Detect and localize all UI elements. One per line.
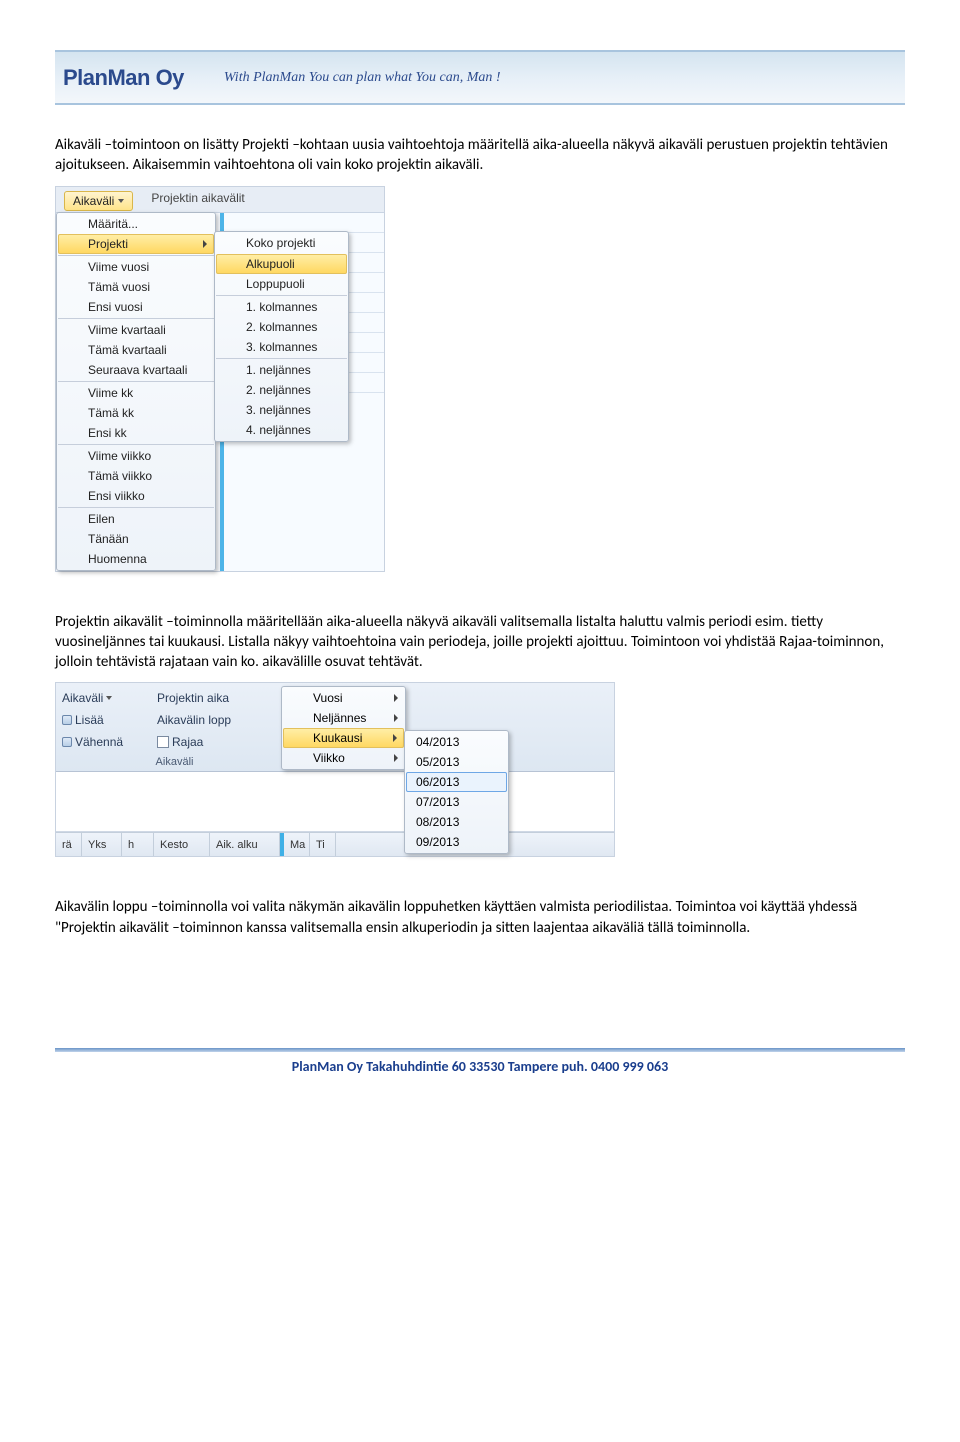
logo-text: PlanMan Oy (63, 65, 184, 91)
zoom-in-icon (62, 715, 72, 725)
month-list-menu[interactable]: 04/201305/201306/201307/201308/201309/20… (404, 730, 509, 854)
aikavali-dropdown[interactable]: Määritä...ProjektiViime vuosiTämä vuosiE… (56, 212, 216, 571)
menu-item[interactable]: 2. kolmannes (216, 317, 347, 337)
logo: PlanMan Oy (63, 65, 184, 91)
chevron-right-icon (394, 714, 398, 722)
aikavali-button-label: Aikaväli (73, 194, 114, 208)
chevron-right-icon (203, 240, 207, 248)
column-header[interactable]: rä (56, 833, 82, 856)
screenshot-kuukausi-menu: Aikaväli Projektin aika Lisää Aikavälin … (55, 682, 615, 857)
menu-item[interactable]: Neljännes (283, 708, 404, 728)
brand-header: PlanMan Oy With PlanMan You can plan wha… (55, 50, 905, 105)
column-header[interactable]: Ma (284, 833, 310, 856)
column-header[interactable]: h (122, 833, 154, 856)
menu-item[interactable]: Määritä... (58, 214, 214, 234)
menu-item[interactable]: Viime kk (58, 381, 214, 403)
menu-item[interactable]: 2. neljännes (216, 380, 347, 400)
month-item[interactable]: 07/2013 (406, 792, 507, 812)
screenshot-aikavali-menu: Aikaväli Projektin aikavälit Määritä...P… (55, 186, 385, 572)
column-headers: räYkshKestoAik. alkuMaTi (56, 832, 614, 856)
menu-item[interactable]: Ensi kk (58, 423, 214, 443)
menu-item[interactable]: Viime kvartaali (58, 318, 214, 340)
vahenna-btn[interactable]: Vähennä (62, 735, 157, 749)
menu-item[interactable]: 3. kolmannes (216, 337, 347, 357)
menu-item[interactable]: Alkupuoli (216, 254, 347, 274)
menu-item[interactable]: 4. neljännes (216, 420, 347, 440)
chevron-right-icon (393, 734, 397, 742)
period-type-menu[interactable]: VuosiNeljännesKuukausiViikko (281, 686, 406, 770)
paragraph-2: Projektin aikavälit –toiminnolla määrite… (55, 612, 905, 673)
column-header[interactable]: Yks (82, 833, 122, 856)
month-item[interactable]: 05/2013 (406, 752, 507, 772)
projektin-aikavalit-label: Projektin aikavälit (151, 191, 244, 205)
menu-item[interactable]: 3. neljännes (216, 400, 347, 420)
menu-item[interactable]: Kuukausi (283, 728, 404, 748)
menu-item[interactable]: Viime viikko (58, 444, 214, 466)
menu-item[interactable]: Tänään (58, 529, 214, 549)
column-header[interactable]: Aik. alku (210, 833, 280, 856)
menu-item[interactable]: Tämä vuosi (58, 277, 214, 297)
paragraph-1: Aikaväli –toimintoon on lisätty Projekti… (55, 135, 905, 176)
month-item[interactable]: 06/2013 (406, 772, 507, 792)
column-header[interactable]: Kesto (154, 833, 210, 856)
aikavalin-loppu-btn[interactable]: Aikavälin lopp (157, 713, 287, 727)
chevron-down-icon (118, 199, 124, 203)
projektin-aikavalit-btn[interactable]: Projektin aika (157, 691, 287, 705)
menu-item[interactable]: Seuraava kvartaali (58, 360, 214, 380)
tagline: With PlanMan You can plan what You can, … (224, 70, 501, 86)
chevron-down-icon (106, 696, 112, 700)
menu-item[interactable]: 1. neljännes (216, 358, 347, 380)
chevron-right-icon (394, 754, 398, 762)
menu-item[interactable]: Ensi vuosi (58, 297, 214, 317)
menu-item[interactable]: Tämä viikko (58, 466, 214, 486)
empty-grid-area (56, 772, 614, 832)
aikavali-button[interactable]: Aikaväli (64, 191, 133, 211)
ribbon-group-label: Aikaväli (62, 756, 287, 768)
menu-item[interactable]: Vuosi (283, 688, 404, 708)
lisaa-btn[interactable]: Lisää (62, 713, 157, 727)
menu-item[interactable]: Ensi viikko (58, 486, 214, 506)
menu-item[interactable]: Koko projekti (216, 233, 347, 253)
menu-item[interactable]: Projekti (58, 234, 214, 254)
menu-item[interactable]: Viikko (283, 748, 404, 768)
projekti-submenu[interactable]: Koko projektiAlkupuoliLoppupuoli1. kolma… (214, 231, 349, 442)
chevron-right-icon (394, 694, 398, 702)
menu-item[interactable]: Loppupuoli (216, 274, 347, 294)
footer-text: PlanMan Oy Takahuhdintie 60 33530 Tamper… (55, 1052, 905, 1089)
month-item[interactable]: 09/2013 (406, 832, 507, 852)
menu-item[interactable]: Viime vuosi (58, 255, 214, 277)
menu-item[interactable]: 1. kolmannes (216, 295, 347, 317)
column-header[interactable]: Ti (310, 833, 336, 856)
month-item[interactable]: 04/2013 (406, 732, 507, 752)
rajaa-checkbox[interactable]: Rajaa (157, 735, 287, 749)
menu-item[interactable]: Tämä kvartaali (58, 340, 214, 360)
zoom-out-icon (62, 737, 72, 747)
menu-item[interactable]: Eilen (58, 507, 214, 529)
month-item[interactable]: 08/2013 (406, 812, 507, 832)
menu-item[interactable]: Tämä kk (58, 403, 214, 423)
paragraph-3: Aikavälin loppu –toiminnolla voi valita … (55, 897, 905, 938)
checkbox-icon (157, 736, 169, 748)
menu-item[interactable]: Huomenna (58, 549, 214, 569)
aikavali-dropdown-btn[interactable]: Aikaväli (62, 691, 157, 705)
